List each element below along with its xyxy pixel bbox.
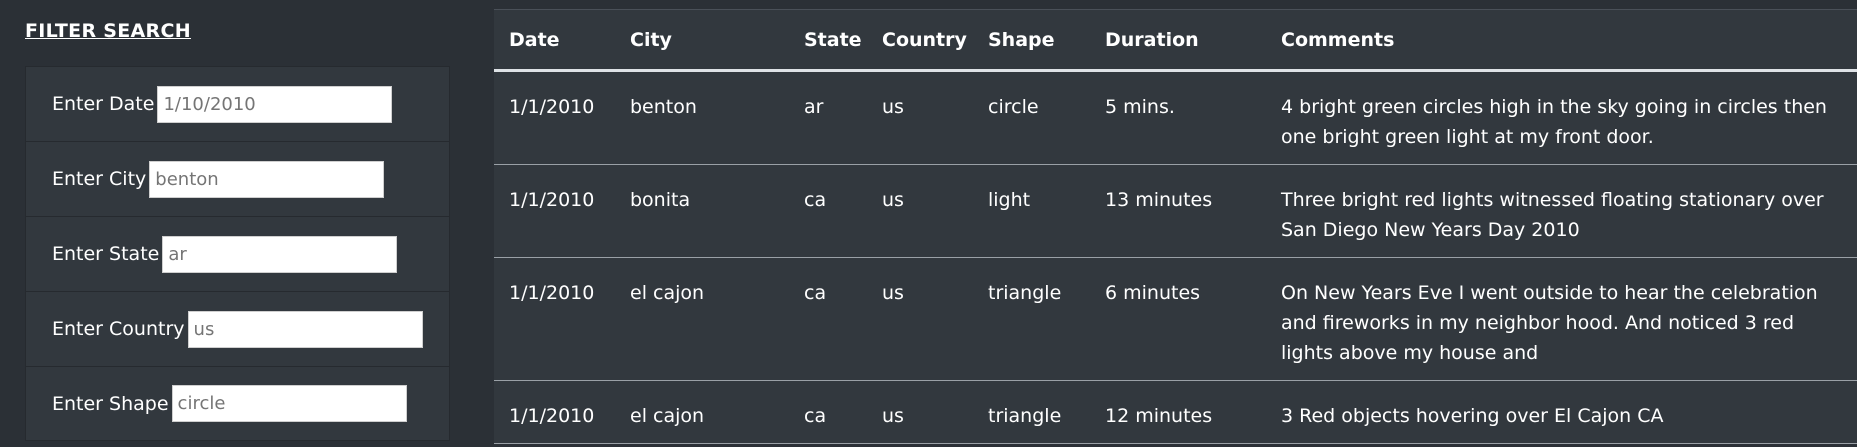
column-header-state: State <box>789 9 867 72</box>
cell-comments: On New Years Eve I went outside to hear … <box>1266 257 1857 381</box>
state-filter-label: Enter State <box>52 243 160 265</box>
cell-comments: 3 Red objects hovering over El Cajon CA <box>1266 380 1857 444</box>
column-header-comments: Comments <box>1266 9 1857 72</box>
cell-date: 1/1/2010 <box>494 257 615 381</box>
ufo-results-table: Date City State Country Shape Duration C… <box>494 9 1857 444</box>
column-header-duration: Duration <box>1090 9 1266 72</box>
cell-duration: 6 minutes <box>1090 257 1266 381</box>
table-header: Date City State Country Shape Duration C… <box>494 9 1857 72</box>
filter-list: Enter Date Enter City Enter State Enter … <box>25 66 450 441</box>
cell-shape: light <box>973 164 1090 258</box>
column-header-date: Date <box>494 9 615 72</box>
cell-city: el cajon <box>615 257 789 381</box>
city-filter-input[interactable] <box>149 160 385 198</box>
page: FILTER SEARCH Enter Date Enter City Ente… <box>0 0 1857 447</box>
filter-search-title: FILTER SEARCH <box>25 20 191 42</box>
state-filter-input[interactable] <box>162 235 398 273</box>
cell-country: us <box>867 380 973 444</box>
cell-comments: Three bright red lights witnessed floati… <box>1266 164 1857 258</box>
table-row: 1/1/2010 el cajon ca us triangle 6 minut… <box>494 257 1857 381</box>
cell-state: ca <box>789 380 867 444</box>
table-row: 1/1/2010 el cajon ca us triangle 12 minu… <box>494 380 1857 444</box>
cell-state: ca <box>789 164 867 258</box>
cell-state: ar <box>789 70 867 165</box>
cell-shape: triangle <box>973 257 1090 381</box>
cell-country: us <box>867 257 973 381</box>
filter-item-city: Enter City <box>25 141 450 216</box>
cell-date: 1/1/2010 <box>494 70 615 165</box>
cell-city: bonita <box>615 164 789 258</box>
shape-filter-label: Enter Shape <box>52 392 169 415</box>
cell-state: ca <box>789 257 867 381</box>
results-table-container: Date City State Country Shape Duration C… <box>494 9 1857 444</box>
filter-item-country: Enter Country <box>25 291 450 366</box>
cell-duration: 13 minutes <box>1090 164 1266 258</box>
column-header-shape: Shape <box>973 9 1090 72</box>
cell-shape: circle <box>973 70 1090 165</box>
column-header-country: Country <box>867 9 973 72</box>
table-row: 1/1/2010 bonita ca us light 13 minutes T… <box>494 164 1857 258</box>
header-row: Date City State Country Shape Duration C… <box>494 9 1857 72</box>
table-body: 1/1/2010 benton ar us circle 5 mins. 4 b… <box>494 70 1857 444</box>
cell-country: us <box>867 164 973 258</box>
cell-date: 1/1/2010 <box>494 164 615 258</box>
cell-duration: 12 minutes <box>1090 380 1266 444</box>
cell-shape: triangle <box>973 380 1090 444</box>
cell-city: el cajon <box>615 380 789 444</box>
cell-duration: 5 mins. <box>1090 70 1266 165</box>
filter-item-state: Enter State <box>25 216 450 291</box>
shape-filter-input[interactable] <box>171 385 407 422</box>
country-filter-label: Enter Country <box>52 318 185 340</box>
cell-country: us <box>867 70 973 165</box>
city-filter-label: Enter City <box>52 168 147 190</box>
filter-item-shape: Enter Shape <box>25 366 450 441</box>
table-row: 1/1/2010 benton ar us circle 5 mins. 4 b… <box>494 70 1857 165</box>
cell-date: 1/1/2010 <box>494 380 615 444</box>
date-filter-label: Enter Date <box>52 93 155 115</box>
cell-comments: 4 bright green circles high in the sky g… <box>1266 70 1857 165</box>
country-filter-input[interactable] <box>187 310 423 348</box>
date-filter-input[interactable] <box>157 85 393 123</box>
cell-city: benton <box>615 70 789 165</box>
filter-item-date: Enter Date <box>25 66 450 141</box>
column-header-city: City <box>615 9 789 72</box>
